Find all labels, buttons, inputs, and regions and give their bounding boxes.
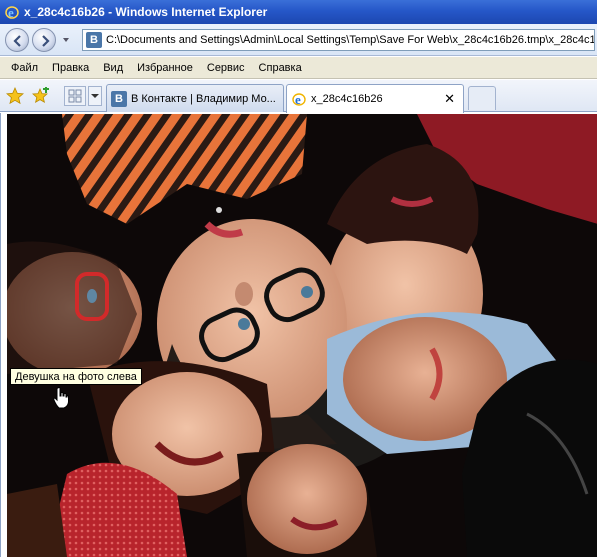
menu-tools[interactable]: Сервис xyxy=(200,62,252,74)
menu-help[interactable]: Справка xyxy=(252,62,309,74)
add-favorite-icon[interactable] xyxy=(32,87,50,108)
address-url[interactable]: C:\Documents and Settings\Admin\Local Se… xyxy=(106,34,594,46)
menu-favorites[interactable]: Избранное xyxy=(130,62,200,74)
tab-bar: В В Контакте | Владимир Мо... e x_28c4c1… xyxy=(0,80,597,113)
tab-list-button[interactable] xyxy=(88,86,102,106)
vk-icon: В xyxy=(111,90,127,107)
address-field[interactable]: В C:\Documents and Settings\Admin\Local … xyxy=(82,29,595,51)
navigation-bar: В C:\Documents and Settings\Admin\Local … xyxy=(0,24,597,56)
ie-logo-icon: e xyxy=(4,4,20,20)
menu-view[interactable]: Вид xyxy=(96,62,130,74)
menu-file[interactable]: Файл xyxy=(4,62,45,74)
close-tab-icon[interactable]: ✕ xyxy=(444,92,455,105)
favorites-star-icon[interactable] xyxy=(6,86,24,108)
tab-label: В Контакте | Владимир Мо... xyxy=(131,92,276,105)
window-titlebar[interactable]: e x_28c4c16b26 - Windows Internet Explor… xyxy=(0,0,597,24)
ie-icon: e xyxy=(291,91,307,107)
group-photo[interactable] xyxy=(7,114,597,557)
hand-cursor-icon xyxy=(53,387,69,412)
back-button[interactable] xyxy=(5,28,29,52)
new-tab-button[interactable] xyxy=(468,86,496,110)
quick-tabs-button[interactable] xyxy=(64,86,86,106)
tab-image[interactable]: e x_28c4c16b26 ✕ xyxy=(286,84,464,113)
chevron-down-icon xyxy=(89,94,101,108)
tab-vkontakte[interactable]: В В Контакте | Владимир Мо... xyxy=(106,84,284,112)
page-content: Девушка на фото слева xyxy=(0,113,597,557)
tab-label: x_28c4c16b26 xyxy=(311,93,383,105)
menu-bar: Файл Правка Вид Избранное Сервис Справка xyxy=(0,57,597,79)
window-title: x_28c4c16b26 - Windows Internet Explorer xyxy=(24,5,268,19)
image-tooltip: Девушка на фото слева xyxy=(10,368,142,385)
vk-favicon-icon: В xyxy=(86,32,102,48)
history-dropdown-icon[interactable] xyxy=(62,35,70,43)
menu-edit[interactable]: Правка xyxy=(45,62,96,74)
svg-text:e: e xyxy=(8,5,14,20)
group-photo-image xyxy=(7,114,597,557)
svg-text:e: e xyxy=(295,92,301,107)
forward-button[interactable] xyxy=(32,28,56,52)
quick-tabs-grid-icon xyxy=(65,89,85,108)
